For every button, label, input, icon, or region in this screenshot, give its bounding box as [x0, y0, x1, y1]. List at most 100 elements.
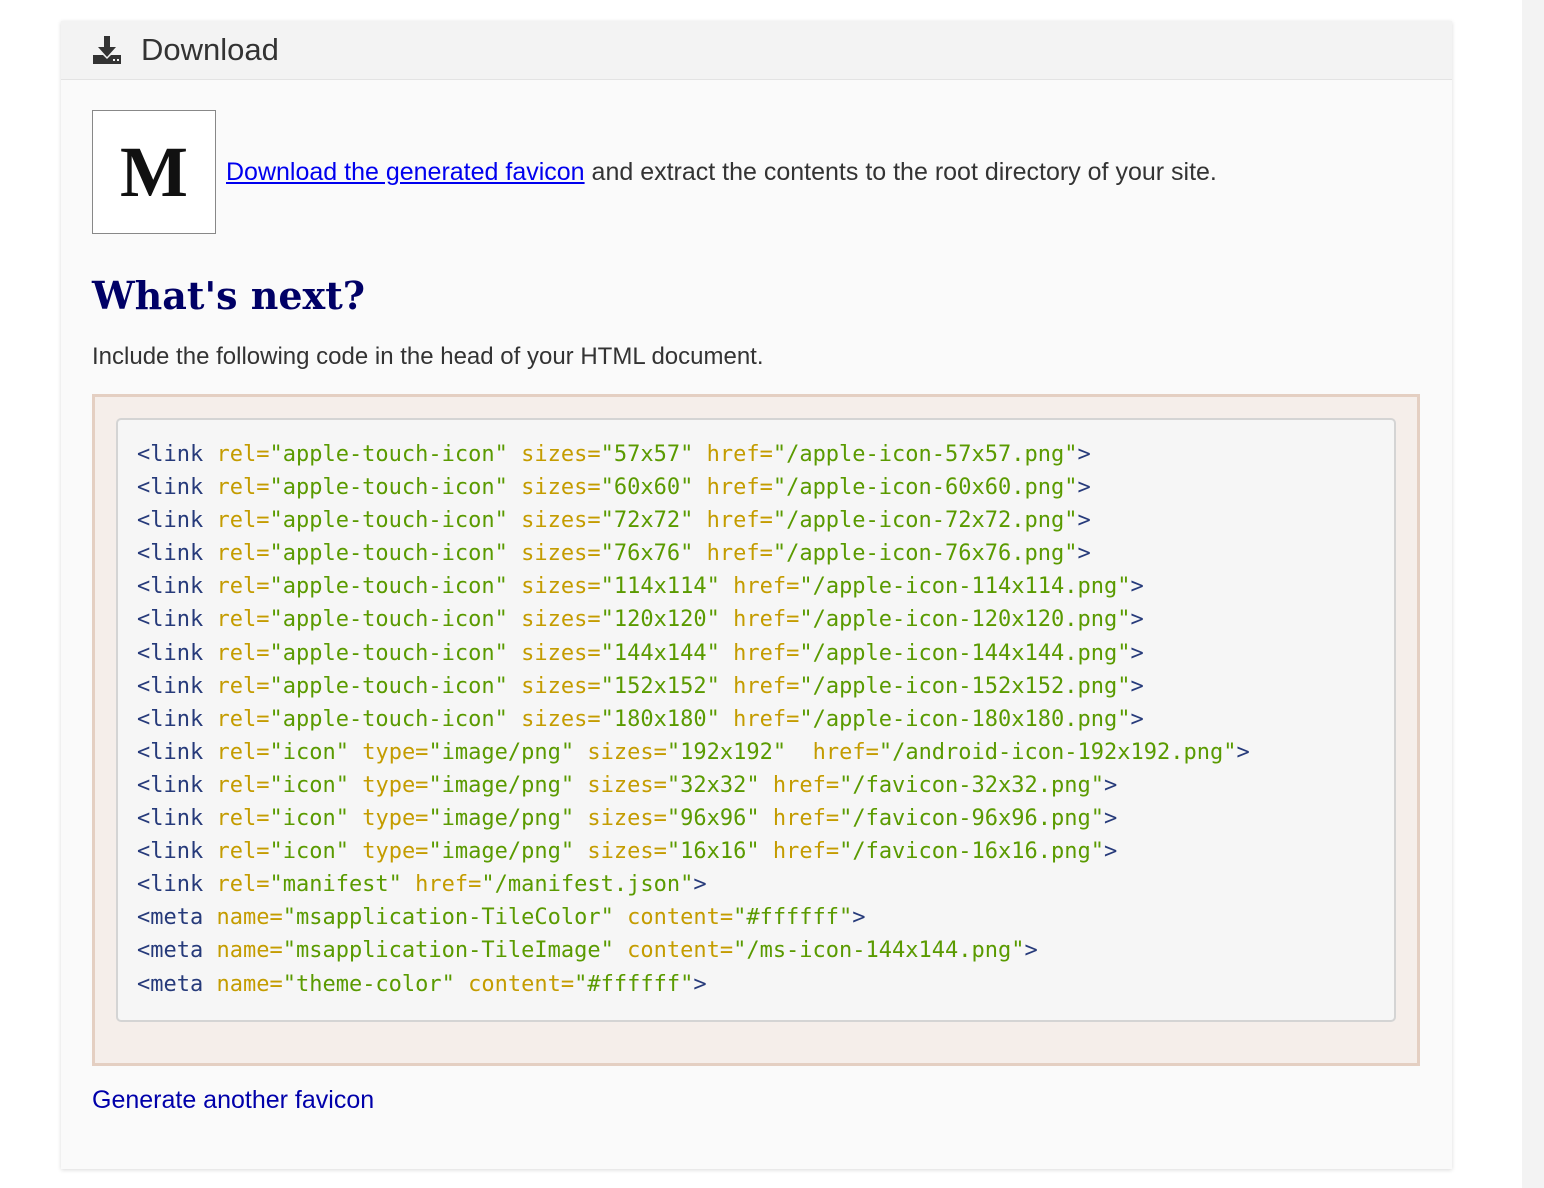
code-token-attr: rel= [216, 806, 270, 832]
code-token-attr: rel= [216, 839, 270, 865]
code-line: <link rel="apple-touch-icon" sizes="57x5… [137, 438, 1394, 471]
code-token-attr: href= [772, 806, 840, 832]
code-token-tag: > [1103, 806, 1118, 832]
code-token-val: "#ffffff" [733, 905, 853, 931]
code-line: <link rel="manifest" href="/manifest.jso… [137, 868, 1394, 901]
code-token-val: "apple-touch-icon" [269, 706, 508, 732]
code-token-val: "120x120" [600, 607, 720, 633]
code-token-tag: > [1103, 839, 1118, 865]
right-gutter [1522, 0, 1544, 1188]
code-token-attr: rel= [216, 739, 270, 765]
code-token-val: "/android-icon-192x192.png" [878, 739, 1237, 765]
code-token-attr: href= [733, 673, 800, 699]
code-token-tag: <link [137, 673, 217, 699]
code-token-attr: href= [733, 640, 800, 666]
code-token-val: "apple-touch-icon" [269, 541, 508, 567]
code-token-val: "apple-touch-icon" [269, 607, 508, 633]
code-token-attr: href= [706, 508, 773, 534]
code-token-attr: href= [733, 607, 800, 633]
code-token-val: "60x60" [600, 475, 694, 501]
code-token-val: "57x57" [600, 442, 694, 467]
generate-another-link[interactable]: Generate another favicon [92, 1086, 374, 1115]
download-favicon-link[interactable]: Download the generated favicon [226, 158, 585, 186]
code-token-val: "152x152" [600, 673, 720, 699]
code-token-val: "image/png" [428, 772, 575, 798]
code-token-val: "manifest" [269, 872, 402, 898]
code-token-val: "apple-touch-icon" [269, 508, 508, 534]
code-token-tag: > [693, 872, 707, 898]
code-token-attr: rel= [216, 475, 270, 501]
code-token-val: "192x192" [666, 739, 787, 765]
code-token-val: "/favicon-16x16.png" [839, 839, 1104, 865]
code-line: <link rel="apple-touch-icon" sizes="144x… [137, 637, 1394, 670]
code-token-attr: name= [216, 971, 283, 997]
code-token-tag: > [1130, 706, 1144, 732]
code-token-val: "/apple-icon-144x144.png" [799, 640, 1131, 666]
code-token-attr: sizes= [521, 541, 601, 567]
code-line: <link rel="apple-touch-icon" sizes="180x… [137, 703, 1394, 736]
code-token-tag: <link [137, 607, 217, 633]
code-token-tag: > [1103, 772, 1118, 798]
code-token-attr: rel= [216, 508, 270, 534]
instruction-text: Include the following code in the head o… [92, 343, 764, 370]
code-frame: <link rel="apple-touch-icon" sizes="57x5… [92, 394, 1420, 1066]
code-token-tag: <link [137, 706, 217, 732]
code-token-attr: href= [733, 706, 800, 732]
code-token-val: "msapplication-TileColor" [282, 905, 614, 931]
code-token-val: "/favicon-32x32.png" [839, 772, 1104, 798]
code-token-attr: type= [362, 806, 429, 832]
code-token-val: "/apple-icon-76x76.png" [772, 541, 1078, 567]
code-token-val: "32x32" [666, 772, 760, 798]
code-token-val: "msapplication-TileImage" [282, 938, 614, 964]
code-token-tag: <link [137, 640, 217, 666]
code-token-attr: rel= [216, 442, 270, 467]
code-token-val: "apple-touch-icon" [269, 475, 508, 501]
code-token-attr: href= [812, 739, 879, 765]
code-block[interactable]: <link rel="apple-touch-icon" sizes="57x5… [116, 418, 1396, 1022]
code-line: <link rel="apple-touch-icon" sizes="152x… [137, 670, 1394, 703]
code-token-tag: > [1077, 508, 1091, 534]
code-token-val: "/apple-icon-180x180.png" [799, 706, 1131, 732]
code-token-val: "/manifest.json" [481, 872, 694, 898]
code-token-val: "114x114" [600, 574, 720, 600]
code-token-val: "apple-touch-icon" [269, 640, 508, 666]
code-token-attr: type= [362, 739, 429, 765]
code-token-tag: <meta [137, 938, 217, 964]
code-token-tag: <link [137, 839, 217, 865]
code-token-val: "icon" [269, 839, 349, 865]
code-token-val: "/apple-icon-72x72.png" [772, 508, 1078, 534]
favicon-preview: M [92, 110, 216, 234]
code-token-tag: <link [137, 475, 217, 501]
code-token-val: "/apple-icon-60x60.png" [772, 475, 1078, 501]
code-token-attr: rel= [216, 640, 270, 666]
code-line: <link rel="icon" type="image/png" sizes=… [137, 736, 1394, 769]
code-token-val: "icon" [269, 806, 349, 832]
code-token-tag: > [1130, 673, 1144, 699]
code-token-tag: > [693, 971, 707, 997]
code-token-val: "180x180" [600, 706, 720, 732]
code-token-val: "image/png" [428, 806, 575, 832]
code-token-tag: > [1077, 541, 1091, 567]
code-token-tag: > [1236, 739, 1250, 765]
code-token-tag: <link [137, 574, 217, 600]
code-token-val: "#ffffff" [574, 971, 694, 997]
code-token-tag: <link [137, 806, 217, 832]
